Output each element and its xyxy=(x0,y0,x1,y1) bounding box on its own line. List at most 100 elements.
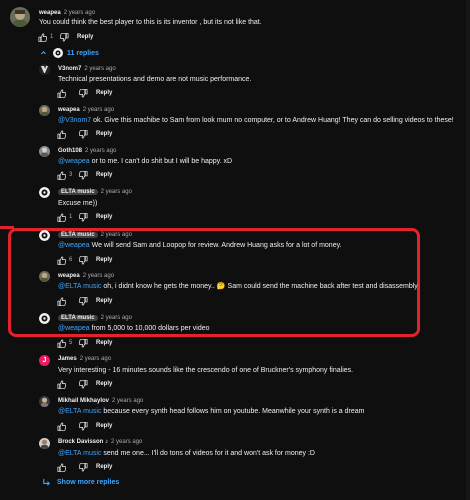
comment-body: send me one... I'll do tons of videos fo… xyxy=(103,450,315,457)
avatar[interactable] xyxy=(39,105,50,116)
comment-time[interactable]: 2 years ago xyxy=(80,356,111,362)
mention-link[interactable]: @ELTA music xyxy=(58,450,101,457)
mention-link[interactable]: @V3nom7 xyxy=(58,117,91,124)
mention-link[interactable]: @weapea xyxy=(58,158,90,165)
comment-author[interactable]: weapea xyxy=(58,273,80,279)
comment-author[interactable]: Goth108 xyxy=(58,148,82,154)
reply-button[interactable]: Reply xyxy=(96,131,112,137)
like-count: 3 xyxy=(69,172,73,178)
thumbs-up-icon[interactable] xyxy=(57,171,67,180)
chevron-up-icon xyxy=(40,49,49,58)
reply-button[interactable]: Reply xyxy=(96,340,112,346)
thumbs-down-icon[interactable] xyxy=(78,462,88,472)
comment-time[interactable]: 2 years ago xyxy=(64,10,95,16)
thumbs-up-icon[interactable] xyxy=(57,380,67,389)
comment-time[interactable]: 2 years ago xyxy=(101,189,132,195)
comment-body: We will send Sam and Loopop for review. … xyxy=(91,242,342,249)
avatar-initial: J xyxy=(42,357,47,364)
creator-badge[interactable]: ELTA music xyxy=(58,315,98,321)
avatar-photo xyxy=(10,7,30,27)
comment-time[interactable]: 2 years ago xyxy=(101,315,132,321)
thumbs-down-icon[interactable] xyxy=(78,421,88,431)
thumbs-up-icon[interactable] xyxy=(57,89,67,98)
reply-button[interactable]: Reply xyxy=(96,90,112,96)
replies-count-label: 11 replies xyxy=(67,49,99,57)
creator-badge[interactable]: ELTA music xyxy=(58,189,98,195)
avatar[interactable] xyxy=(39,187,50,198)
like-count: 1 xyxy=(69,214,73,220)
reply-button[interactable]: Reply xyxy=(96,464,112,470)
comment-body: or to me. I can't do shit but I will be … xyxy=(91,158,233,165)
avatar[interactable] xyxy=(39,230,50,241)
reply-button[interactable]: Reply xyxy=(96,298,112,304)
comment-time[interactable]: 2 years ago xyxy=(111,439,142,445)
comment-time[interactable]: 2 years ago xyxy=(83,107,114,113)
comment-author[interactable]: Brock Davisson ♪ xyxy=(58,439,108,445)
creator-avatar-icon xyxy=(53,48,63,58)
mention-link[interactable]: @ELTA music xyxy=(58,283,101,290)
comment-text: @weapea We will send Sam and Loopop for … xyxy=(58,241,342,250)
thumbs-down-icon[interactable] xyxy=(78,170,88,180)
comment-body: oh, i didnt know he gets the money.. 🤔 S… xyxy=(103,283,418,290)
reply-button[interactable]: Reply xyxy=(96,423,112,429)
mention-link[interactable]: @weapea xyxy=(58,242,90,249)
avatar[interactable]: J xyxy=(39,355,50,366)
reply-button[interactable]: Reply xyxy=(96,381,112,387)
comment-time[interactable]: 2 years ago xyxy=(84,66,115,72)
thumbs-down-icon[interactable] xyxy=(78,338,88,348)
mention-link[interactable]: @ELTA music xyxy=(58,408,101,415)
thumbs-down-icon[interactable] xyxy=(59,32,69,42)
mention-link[interactable]: @weapea xyxy=(58,325,90,332)
show-more-replies-button[interactable]: Show more replies xyxy=(42,478,119,487)
comment-text: @weapea from 5,000 to 10,000 dollars per… xyxy=(58,324,210,333)
thumbs-up-icon[interactable] xyxy=(57,463,67,472)
thumbs-up-icon[interactable] xyxy=(38,33,48,42)
avatar[interactable] xyxy=(39,438,50,449)
thumbs-up-icon[interactable] xyxy=(57,130,67,139)
avatar[interactable] xyxy=(39,146,50,157)
thumbs-up-icon[interactable] xyxy=(57,422,67,431)
scrollbar-track[interactable] xyxy=(466,0,470,500)
reply-button[interactable]: Reply xyxy=(96,172,112,178)
thumbs-up-icon[interactable] xyxy=(57,297,67,306)
reply-button[interactable]: Reply xyxy=(96,257,112,263)
comment-text: Technical presentations and demo are not… xyxy=(58,76,252,83)
comment-time[interactable]: 2 years ago xyxy=(85,148,116,154)
comment-time[interactable]: 2 years ago xyxy=(83,273,114,279)
comment-time[interactable]: 2 years ago xyxy=(101,232,132,238)
thumbs-up-icon[interactable] xyxy=(57,256,67,265)
comment-text: @ELTA music because every synth head fol… xyxy=(58,407,364,416)
thumbs-down-icon[interactable] xyxy=(78,379,88,389)
comment-author[interactable]: weapea xyxy=(58,107,80,113)
comment-author[interactable]: weapea xyxy=(39,10,61,16)
show-more-replies-label: Show more replies xyxy=(57,479,120,486)
thumbs-down-icon[interactable] xyxy=(78,88,88,98)
comment-actions: 1 Reply xyxy=(38,32,93,42)
thumbs-down-icon[interactable] xyxy=(78,129,88,139)
comment-time[interactable]: 2 years ago xyxy=(112,398,143,404)
avatar[interactable] xyxy=(39,396,50,407)
comment-text: You could think the best player to this … xyxy=(39,19,262,26)
comment-author[interactable]: V3nom7 xyxy=(58,66,81,72)
thumbs-down-icon[interactable] xyxy=(78,212,88,222)
thumbs-down-icon[interactable] xyxy=(78,296,88,306)
comment-author[interactable]: Mikhail Mikhaylov xyxy=(58,398,109,404)
avatar[interactable] xyxy=(10,7,30,27)
reply-arrow-icon xyxy=(42,478,51,487)
thumbs-up-icon[interactable] xyxy=(57,339,67,348)
comment-author[interactable]: James xyxy=(58,356,77,362)
comment-text: @ELTA music send me one... I'll do tons … xyxy=(58,449,315,458)
thumbs-up-icon[interactable] xyxy=(57,213,67,222)
thumbs-down-icon[interactable] xyxy=(78,255,88,265)
reply-button[interactable]: Reply xyxy=(96,214,112,220)
like-count: 6 xyxy=(69,257,73,263)
avatar[interactable] xyxy=(39,64,50,75)
comment-body: from 5,000 to 10,000 dollars per video xyxy=(91,325,210,332)
avatar[interactable] xyxy=(39,313,50,324)
comment-body: because every synth head follows him on … xyxy=(103,408,365,415)
avatar[interactable] xyxy=(39,271,50,282)
reply-button[interactable]: Reply xyxy=(77,34,93,40)
replies-toggle[interactable]: 11 replies xyxy=(40,48,99,58)
creator-badge[interactable]: ELTA music xyxy=(58,232,98,238)
like-count: 5 xyxy=(69,340,73,346)
